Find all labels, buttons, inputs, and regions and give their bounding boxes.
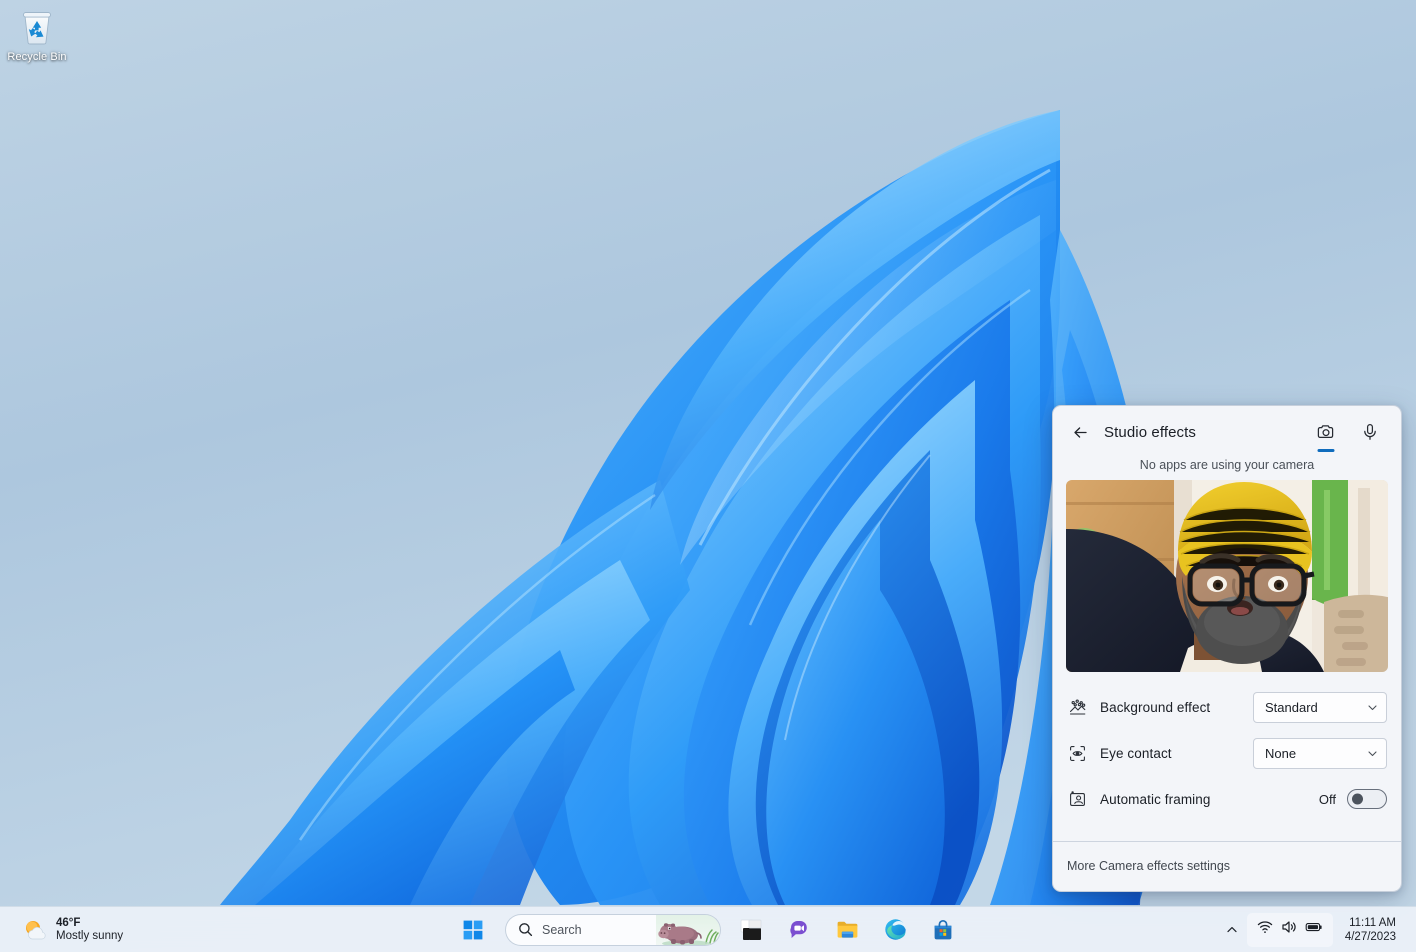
battery-icon xyxy=(1305,919,1323,940)
header-tabs xyxy=(1309,415,1387,449)
tray-expand-button[interactable] xyxy=(1219,913,1245,947)
automatic-framing-toggle-group: Off xyxy=(1319,789,1387,809)
start-button[interactable] xyxy=(453,910,493,950)
taskbar-app-task-view[interactable] xyxy=(731,910,771,950)
setting-row-eye-contact: Eye contact None xyxy=(1067,730,1387,776)
dropdown-value: None xyxy=(1265,745,1297,761)
system-tray: 11:11 AM 4/27/2023 xyxy=(1219,907,1416,952)
taskbar-center-group: Search xyxy=(449,907,967,952)
search-placeholder: Search xyxy=(542,922,582,937)
taskbar-app-chat[interactable] xyxy=(779,910,819,950)
tab-microphone[interactable] xyxy=(1353,415,1387,449)
dropdown-value: Standard xyxy=(1265,699,1318,715)
camera-icon xyxy=(1317,425,1334,439)
eye-contact-icon xyxy=(1067,743,1087,763)
camera-preview xyxy=(1066,480,1388,672)
desktop-icon-label: Recycle Bin xyxy=(7,51,67,63)
toggle-state-label: Off xyxy=(1318,791,1336,807)
weather-text: 46°F Mostly sunny xyxy=(56,917,123,943)
automatic-framing-icon xyxy=(1067,789,1087,809)
toggle-knob xyxy=(1352,793,1363,805)
chevron-down-icon xyxy=(1367,702,1378,713)
back-arrow-icon xyxy=(1073,426,1087,438)
taskbar-app-edge[interactable] xyxy=(875,910,915,950)
microphone-icon xyxy=(1364,423,1376,440)
setting-label: Eye contact xyxy=(1100,745,1172,761)
back-button[interactable] xyxy=(1065,417,1095,447)
weather-temperature: 46°F xyxy=(56,916,81,929)
setting-row-automatic-framing: Automatic framing Off xyxy=(1067,776,1387,822)
panel-title: Studio effects xyxy=(1104,423,1197,441)
store-icon xyxy=(934,919,952,939)
eye-contact-dropdown[interactable]: None xyxy=(1253,737,1387,769)
speaker-icon xyxy=(1281,919,1297,940)
camera-preview-image xyxy=(1066,480,1388,672)
chevron-up-icon xyxy=(1227,926,1237,932)
recycle-bin-icon xyxy=(16,6,58,48)
setting-label: Automatic framing xyxy=(1100,791,1211,807)
clock-date: 4/27/2023 xyxy=(1344,930,1396,943)
hippopotamus-illustration xyxy=(656,914,720,945)
windows-logo-icon xyxy=(463,920,483,939)
studio-effects-flyout: Studio effects No apps are using your ca… xyxy=(1052,405,1402,892)
search-icon xyxy=(518,922,533,937)
taskbar: 46°F Mostly sunny Search 11:11 AM 4/27/2… xyxy=(0,906,1416,952)
mostly-sunny-icon xyxy=(22,917,48,943)
more-camera-effects-settings-link[interactable]: More Camera effects settings xyxy=(1067,859,1230,873)
tray-quick-settings[interactable] xyxy=(1246,912,1333,947)
setting-label: Background effect xyxy=(1100,699,1211,715)
background-blur-icon xyxy=(1067,697,1087,717)
setting-row-background-effect: Background effect Standard xyxy=(1067,684,1387,730)
automatic-framing-toggle[interactable] xyxy=(1347,789,1387,809)
panel-header: Studio effects xyxy=(1053,406,1401,458)
wifi-icon xyxy=(1257,919,1273,940)
background-effect-dropdown[interactable]: Standard xyxy=(1253,691,1387,723)
edge-icon xyxy=(884,919,906,940)
tab-camera[interactable] xyxy=(1309,415,1343,449)
desktop-screen: Recycle Bin Studio effects No apps are u… xyxy=(0,0,1416,952)
clock[interactable]: 11:11 AM 4/27/2023 xyxy=(1335,911,1408,949)
panel-footer: More Camera effects settings xyxy=(1053,841,1401,891)
search-box[interactable]: Search xyxy=(505,913,721,946)
desktop-icon-recycle-bin[interactable]: Recycle Bin xyxy=(6,6,68,64)
chat-icon xyxy=(790,920,807,938)
clock-time: 11:11 AM xyxy=(1349,916,1396,929)
task-view-icon xyxy=(740,919,762,940)
weather-condition: Mostly sunny xyxy=(56,929,124,942)
settings-list: Background effect Standard Eye contact N… xyxy=(1053,672,1401,841)
camera-status-text: No apps are using your camera xyxy=(1139,458,1315,472)
folder-icon xyxy=(837,921,857,938)
chevron-down-icon xyxy=(1367,748,1378,759)
taskbar-app-microsoft-store[interactable] xyxy=(923,910,963,950)
taskbar-app-file-explorer[interactable] xyxy=(827,910,867,950)
weather-widget[interactable]: 46°F Mostly sunny xyxy=(12,910,133,950)
